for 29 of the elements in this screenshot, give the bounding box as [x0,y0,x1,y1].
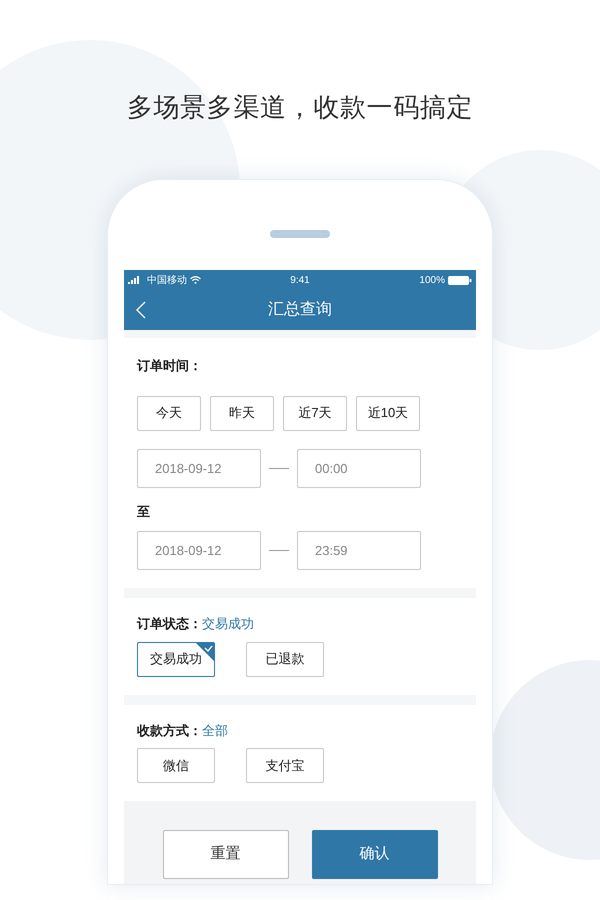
page-title: 汇总查询 [268,300,332,320]
quick-range-button[interactable]: 近10天 [356,396,420,430]
battery-percent: 100% [419,274,445,288]
speaker-pill [270,230,330,238]
option-button[interactable]: 微信 [137,748,215,783]
to-label: 至 [137,502,151,520]
headline: 多场景多渠道，收款一码搞定 [126,91,474,124]
selected-method: 全部 [202,722,228,740]
confirm-button[interactable]: 确认 [312,830,438,879]
section-label: 订单状态： [137,615,202,633]
quick-range-button[interactable]: 近7天 [283,396,347,430]
quick-range-button[interactable]: 昨天 [210,396,274,430]
battery-icon [448,276,472,284]
clock-time: 9:41 [290,274,310,288]
date-field[interactable]: 2018-09-12 [137,531,261,570]
wifi-icon [190,276,201,284]
time-field[interactable]: 23:59 [297,531,421,570]
quick-range-button[interactable]: 今天 [137,396,201,430]
reset-button[interactable]: 重置 [162,830,288,879]
back-icon [136,301,146,319]
selected-status: 交易成功 [202,615,254,633]
time-field[interactable]: 00:00 [297,448,421,488]
option-button[interactable]: 已退款 [246,642,324,676]
carrier-name: 中国移动 [147,274,187,288]
date-field[interactable]: 2018-09-12 [137,448,261,488]
section-label: 收款方式： [137,722,202,740]
section-label: 订单时间： [137,357,203,375]
option-button[interactable]: 交易成功 [137,642,215,676]
option-button[interactable]: 支付宝 [246,748,324,783]
